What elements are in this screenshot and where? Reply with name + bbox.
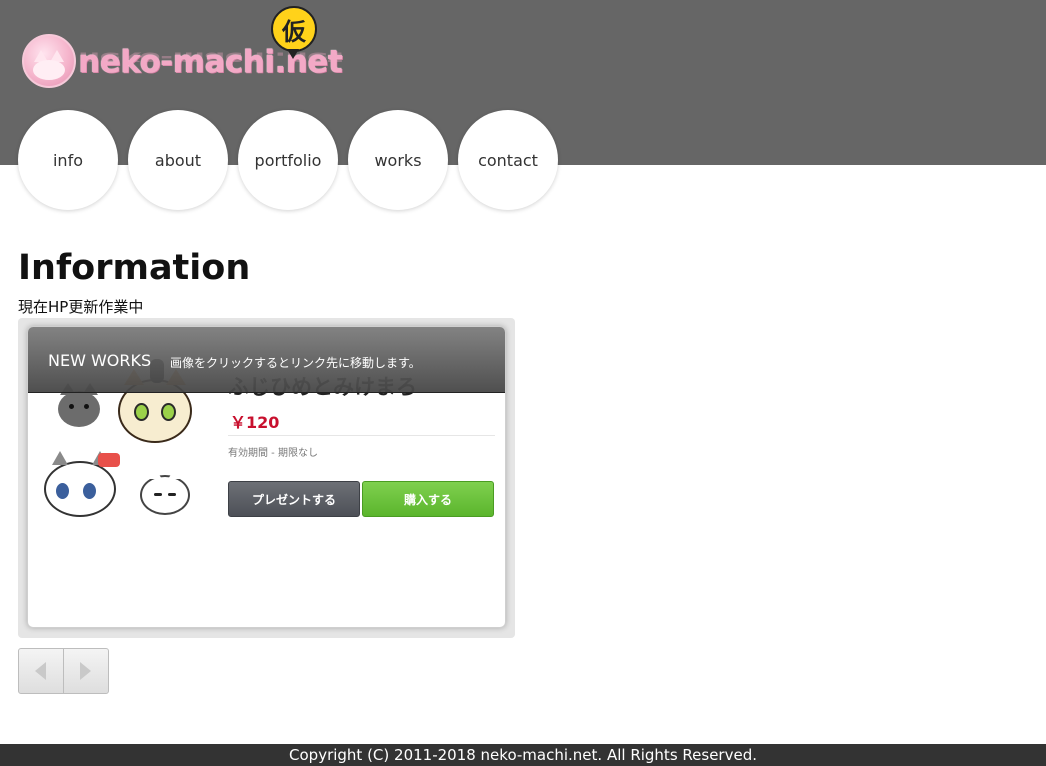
site-footer: Copyright (C) 2011-2018 neko-machi.net. … (0, 744, 1046, 766)
cat-face-icon (22, 34, 76, 88)
product-price: ￥120 (230, 413, 280, 432)
page-title: Information (18, 248, 251, 288)
logo-reflection: neko-machi.net (78, 48, 343, 68)
slider-pager (18, 648, 109, 694)
white-cat-image (140, 467, 190, 515)
product-card[interactable]: ふじひめとみけまろ ￥120 有効期間 - 期限なし プレゼントする 購入する … (27, 326, 506, 628)
next-slide-button[interactable] (64, 649, 109, 693)
nav-item-contact[interactable]: contact (458, 110, 558, 210)
works-slider: ふじひめとみけまろ ￥120 有効期間 - 期限なし プレゼントする 購入する … (18, 318, 515, 638)
nav-item-info[interactable]: info (18, 110, 118, 210)
buy-button[interactable]: 購入する (362, 481, 494, 517)
nav-item-works[interactable]: works (348, 110, 448, 210)
bow-cat-image (44, 451, 120, 517)
site-logo[interactable]: neko-machi.net neko-machi.net 仮 (20, 4, 343, 104)
gift-button[interactable]: プレゼントする (228, 481, 360, 517)
slider-caption-overlay: NEW WORKS 画像をクリックするとリンク先に移動します。 (28, 327, 505, 393)
chevron-left-icon (35, 662, 47, 680)
validity-period: 有効期間 - 期限なし (228, 448, 318, 459)
nav-item-about[interactable]: about (128, 110, 228, 210)
divider (228, 435, 495, 436)
click-hint: 画像をクリックするとリンク先に移動します。 (170, 356, 421, 370)
chevron-right-icon (80, 662, 92, 680)
new-works-label: NEW WORKS (48, 351, 152, 370)
prev-slide-button[interactable] (19, 649, 64, 693)
gray-cat-image (58, 383, 100, 427)
nav-item-portfolio[interactable]: portfolio (238, 110, 338, 210)
update-notice: 現在HP更新作業中 (18, 298, 144, 316)
copyright-text: Copyright (C) 2011-2018 neko-machi.net. … (289, 746, 757, 764)
logo-badge: 仮 (271, 6, 317, 59)
